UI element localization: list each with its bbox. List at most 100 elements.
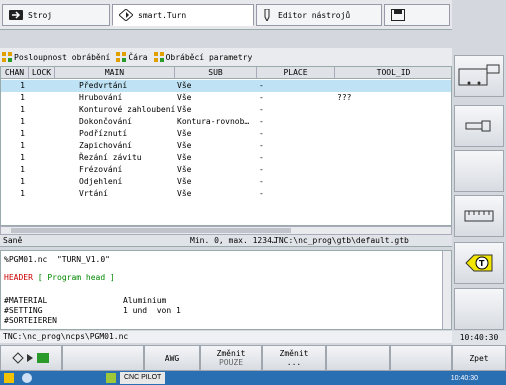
table-row[interactable]: 1 Zapichování Vše - — [1, 140, 451, 152]
cell-lock — [29, 116, 55, 128]
softkey-empty-1[interactable] — [62, 345, 144, 371]
svg-text:T: T — [479, 259, 485, 268]
nc-editor[interactable]: %PGM01.nc "TURN_V1.0" HEADER [ Program h… — [0, 250, 452, 330]
cell-tool — [337, 80, 447, 92]
cell-tool — [337, 188, 447, 200]
col-main[interactable]: MAIN — [55, 67, 175, 79]
cell-main: Odjehlení — [79, 177, 123, 186]
softkey-empty-3[interactable] — [390, 345, 452, 371]
scroll-thumb[interactable] — [11, 228, 291, 233]
tool-holder-icon — [465, 120, 491, 132]
ruler-icon — [464, 210, 494, 222]
cell-tool: ??? — [337, 93, 352, 102]
cell-chan: 1 — [20, 81, 25, 90]
cell-lock — [29, 104, 55, 116]
cell-chan: 1 — [20, 117, 25, 126]
line-button[interactable]: Čára — [116, 52, 148, 62]
cell-main: Frézování — [79, 165, 123, 174]
col-tool-id[interactable]: TOOL_ID — [335, 67, 451, 79]
cell-sub: Vše — [177, 93, 192, 102]
table-row[interactable]: 1 Předvrtání Vše - — [1, 80, 451, 92]
setting-value: 1 und von 1 — [123, 306, 181, 315]
line-label: Čára — [128, 52, 148, 62]
tool-icon — [264, 9, 270, 21]
cell-lock — [29, 128, 55, 140]
sequence-label: Posloupnost obrábění — [14, 52, 111, 62]
app-icon[interactable] — [106, 373, 116, 383]
start-icon[interactable] — [4, 373, 14, 383]
tool-softkey[interactable] — [454, 105, 504, 147]
tab-smart-turn[interactable]: smart.Turn — [112, 4, 254, 26]
save-icon — [391, 9, 405, 21]
material-value: Aluminium — [123, 296, 167, 305]
params-button[interactable]: Obráběcí parametry — [153, 52, 252, 62]
change-label-2: Změnit — [279, 349, 309, 358]
cell-chan: 1 — [20, 177, 25, 186]
cell-tool — [337, 128, 447, 140]
tab-stroj[interactable]: Stroj — [2, 4, 110, 26]
awg-softkey[interactable]: AWG — [144, 345, 200, 371]
col-lock[interactable]: LOCK — [29, 67, 55, 79]
editor-line-3: #MATERIAL — [4, 296, 47, 306]
cell-place: - — [259, 141, 264, 150]
cell-main: Vrtání — [79, 189, 108, 198]
cell-tool — [337, 140, 447, 152]
table-row[interactable]: 1 Hrubování Vše -??? — [1, 92, 451, 104]
cell-tool — [337, 104, 447, 116]
table-row[interactable]: 1 Podříznutí Vše - — [1, 128, 451, 140]
back-softkey[interactable]: Zpet — [452, 345, 506, 371]
cell-chan: 1 — [20, 105, 25, 114]
vertical-scrollbar[interactable] — [442, 251, 451, 329]
table-row[interactable]: 1 Vrtání Vše - — [1, 188, 451, 200]
table-row[interactable]: 1 Frézování Vše - — [1, 164, 451, 176]
table-row[interactable]: 1 Odjehlení Vše - — [1, 176, 451, 188]
machining-table: CHAN LOCK MAIN SUB PLACE TOOL_ID 1 Předvr… — [0, 66, 452, 226]
vertical-softkeys: T — [452, 0, 506, 345]
col-sub[interactable]: SUB — [175, 67, 257, 79]
turn-softkey[interactable]: T — [454, 242, 504, 284]
table-icon — [153, 52, 164, 62]
cell-place: - — [259, 153, 264, 162]
cell-tool — [337, 152, 447, 164]
change-label-1: Změnit — [216, 349, 246, 358]
machine-view-softkey[interactable] — [454, 55, 504, 97]
cell-place: - — [259, 105, 264, 114]
cell-sub: Vše — [177, 153, 192, 162]
col-place[interactable]: PLACE — [257, 67, 335, 79]
cell-lock — [29, 152, 55, 164]
cell-main: Dokončování — [79, 117, 132, 126]
status-bar: Saně Min. 0, max. 1234… TNC:\nc_prog\gtb… — [0, 235, 452, 247]
tab-label: Editor nástrojů — [278, 10, 351, 20]
change-softkey-1[interactable]: Změnit POUZE — [200, 345, 262, 371]
tab-label: Stroj — [28, 10, 53, 20]
sequence-button[interactable]: Posloupnost obrábění — [2, 52, 110, 62]
taskbar-app-cnc-pilot[interactable]: CNC PILOT — [120, 372, 166, 384]
empty-softkey-2[interactable] — [454, 288, 504, 330]
machine-icon — [458, 64, 500, 86]
cell-main: Zapichování — [79, 141, 132, 150]
table-row[interactable]: 1 Konturové zahloubení Vše - — [1, 104, 451, 116]
cell-main: Hrubování — [79, 93, 123, 102]
empty-softkey-1[interactable] — [454, 150, 504, 192]
mode-softkey[interactable] — [0, 345, 62, 371]
softkey-empty-2[interactable] — [326, 345, 390, 371]
cell-place: - — [259, 81, 264, 90]
table-row[interactable]: 1 Řezání závitu Vše - — [1, 152, 451, 164]
col-chan[interactable]: CHAN — [1, 67, 29, 79]
cell-main: Podříznutí — [79, 129, 128, 138]
horizontal-scrollbar[interactable] — [0, 226, 452, 235]
ruler-softkey[interactable] — [454, 195, 504, 237]
status-range: Min. 0, max. 1234… — [190, 236, 277, 245]
table-icon — [2, 52, 12, 62]
tab-tool-editor[interactable]: Editor nástrojů — [256, 4, 382, 26]
tab-files[interactable] — [384, 4, 450, 26]
cell-chan: 1 — [20, 93, 25, 102]
table-row[interactable]: 1 Dokončování Kontura-rovnob… - — [1, 116, 451, 128]
header-comment: [ Program head ] — [37, 273, 115, 282]
globe-icon[interactable] — [22, 373, 32, 383]
cell-tool — [337, 116, 447, 128]
tab-bar: Stroj smart.Turn Editor nástrojů — [0, 0, 452, 30]
cell-sub: Vše — [177, 165, 192, 174]
cell-chan: 1 — [20, 141, 25, 150]
change-softkey-2[interactable]: Změnit... — [262, 345, 326, 371]
